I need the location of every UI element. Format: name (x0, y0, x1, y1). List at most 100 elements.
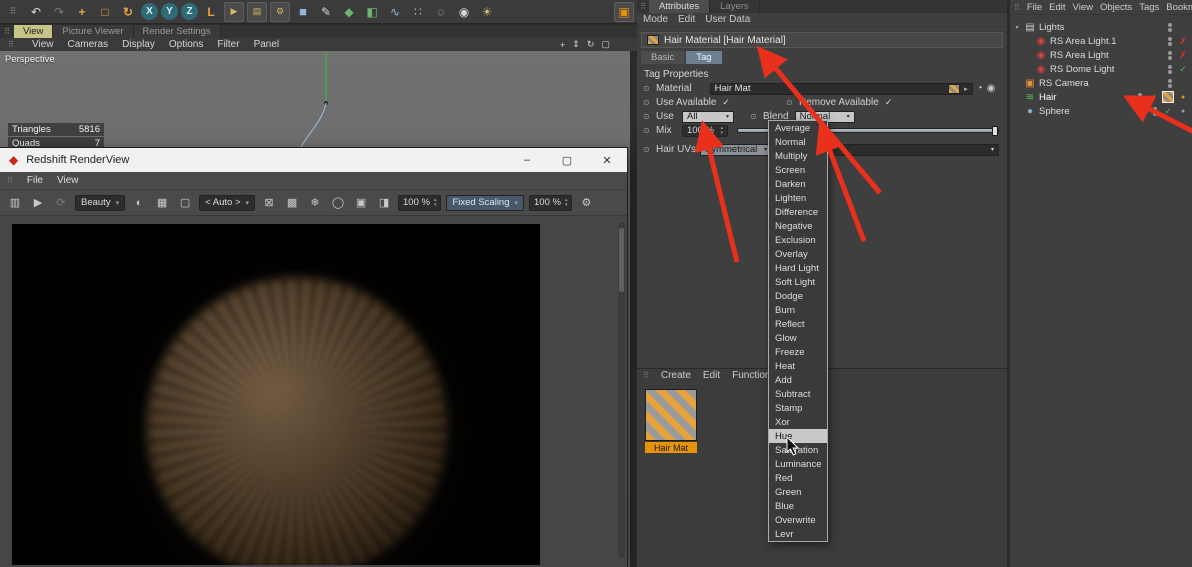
menu-item[interactable]: Cameras (68, 39, 109, 50)
blend-option[interactable]: Red (769, 471, 827, 485)
tree-row-area-light[interactable]: ◉ RS Area Light ✗ (1010, 48, 1192, 62)
blend-option[interactable]: Stamp (769, 401, 827, 415)
menu-item[interactable]: Options (169, 39, 203, 50)
param-circle-icon[interactable]: ⊙ (643, 145, 652, 154)
visibility-dots[interactable] (1168, 50, 1172, 60)
crop-icon[interactable]: ▢ (176, 194, 194, 212)
enabled-check-icon[interactable]: ✓ (1147, 91, 1159, 103)
axis-x-icon[interactable]: X (141, 3, 158, 20)
scaling-dropdown[interactable]: Fixed Scaling ▾ (446, 194, 525, 211)
material-item[interactable]: Hair Mat (645, 389, 697, 453)
enabled-check-icon[interactable]: ✓ (1162, 105, 1174, 117)
tree-row-sphere[interactable]: ● Sphere ✓ ● (1010, 104, 1192, 118)
object-name[interactable]: RS Camera (1039, 78, 1089, 89)
blend-option[interactable]: Average (769, 121, 827, 135)
menu-item[interactable]: Mode (643, 14, 668, 25)
viewport-tab[interactable]: View (14, 25, 54, 38)
tree-row-lights[interactable]: ▾ ▤ Lights (1010, 20, 1192, 34)
zoom-spinner-2[interactable]: 100 % ▴ ▾ (529, 194, 573, 211)
menu-item[interactable]: Edit (703, 370, 720, 381)
checker-icon[interactable]: ▩ (283, 194, 301, 212)
pan-view-icon[interactable]: + (560, 40, 565, 50)
menu-item[interactable]: Edit (678, 14, 695, 25)
viewport-tab[interactable]: Render Settings (133, 25, 221, 38)
blend-option[interactable]: Saturation (769, 443, 827, 457)
maximize-icon[interactable]: ▢ (547, 148, 587, 172)
blend-option[interactable]: Luminance (769, 457, 827, 471)
render-settings-icon[interactable]: ⚙ (270, 1, 290, 22)
param-circle-icon[interactable]: ⊙ (643, 84, 652, 93)
undo-icon[interactable]: ↶ (26, 2, 46, 22)
blend-option[interactable]: Multiply (769, 149, 827, 163)
object-name[interactable]: Sphere (1039, 106, 1070, 117)
grid-icon[interactable]: ▦ (153, 194, 171, 212)
blend-option[interactable]: Freeze (769, 345, 827, 359)
capture-icon[interactable]: ◉ (454, 2, 474, 22)
blend-option[interactable]: Exclusion (769, 233, 827, 247)
blend-option[interactable]: Levr (769, 527, 827, 541)
blend-option[interactable]: Subtract (769, 387, 827, 401)
menu-item[interactable]: Create (661, 370, 691, 381)
tree-row-camera[interactable]: ▣ RS Camera (1010, 76, 1192, 90)
spinner-arrows-icon[interactable]: ▴ ▾ (434, 197, 437, 208)
menu-item[interactable]: Objects (1100, 2, 1132, 13)
zoom-view-icon[interactable]: ⇕ (572, 39, 580, 50)
render-pass-dropdown[interactable]: Beauty ▾ (75, 194, 126, 211)
menu-item[interactable]: User Data (705, 14, 750, 25)
snapshot-icon[interactable]: ❄ (306, 194, 324, 212)
menu-item[interactable]: File (1027, 2, 1042, 13)
node-editor-icon[interactable]: ◉ (987, 83, 996, 94)
visibility-dots[interactable] (1168, 22, 1172, 32)
blend-option[interactable]: Overwrite (769, 513, 827, 527)
tree-row-dome-light[interactable]: ◉ RS Dome Light ✓ (1010, 62, 1192, 76)
attribute-subtab[interactable]: Basic (641, 51, 685, 64)
panel-handle-icon[interactable]: ⠿ (7, 176, 13, 185)
panel-handle-icon[interactable]: ⠿ (3, 2, 23, 22)
panel-tab[interactable]: Attributes (649, 0, 711, 13)
blend-option[interactable]: Darken (769, 177, 827, 191)
blend-option[interactable]: Negative (769, 219, 827, 233)
menu-item[interactable]: View (32, 39, 54, 50)
render-view-icon[interactable]: ▶ (224, 1, 244, 22)
redo-icon[interactable]: ↷ (49, 2, 69, 22)
menu-item[interactable]: Function (732, 370, 770, 381)
object-name[interactable]: Lights (1039, 22, 1064, 33)
window-titlebar[interactable]: ◆ Redshift RenderView – ▢ ✕ (0, 148, 627, 172)
close-icon[interactable]: ✕ (587, 148, 627, 172)
disabled-x-icon[interactable]: ✗ (1177, 50, 1189, 61)
rotate-view-icon[interactable]: ↻ (587, 39, 595, 50)
menu-item[interactable]: Tags (1139, 2, 1159, 13)
lock-icon[interactable]: ⊠ (260, 194, 278, 212)
zoom-spinner[interactable]: 100 % ▴ ▾ (398, 194, 442, 211)
tag-dot-icon[interactable]: ● (1177, 108, 1189, 115)
play-icon[interactable]: ▶ (29, 194, 47, 212)
panel-handle-icon[interactable]: ⠿ (0, 25, 14, 38)
spinner-arrows-icon[interactable]: ▴ ▾ (565, 197, 568, 208)
panel-tab[interactable]: Layers (710, 0, 760, 13)
blend-option[interactable]: Heat (769, 359, 827, 373)
compare-b-icon[interactable]: ◨ (375, 194, 393, 212)
menu-item[interactable]: Display (122, 39, 155, 50)
slider-knob[interactable] (992, 126, 998, 136)
blend-option[interactable]: Soft Light (769, 275, 827, 289)
rotate-tool-icon[interactable]: ↻ (118, 2, 138, 22)
blend-option[interactable]: Lighten (769, 191, 827, 205)
tree-row-area-light-1[interactable]: ◉ RS Area Light.1 ✗ (1010, 34, 1192, 48)
add-cube-icon[interactable]: ■ (293, 2, 313, 22)
hair-uvs-dropdown[interactable]: Symmetrical ▾ (700, 143, 772, 156)
object-name[interactable]: RS Area Light (1050, 50, 1109, 61)
blend-option[interactable]: Green (769, 485, 827, 499)
axis-z-icon[interactable]: Z (181, 3, 198, 20)
panel-handle-icon[interactable]: ⠿ (637, 0, 649, 13)
blend-option[interactable]: Reflect (769, 317, 827, 331)
tree-row-hair[interactable]: ≋ Hair ✓ ● (1010, 90, 1192, 104)
canvas-scrollbar[interactable] (618, 222, 625, 558)
region-icon[interactable]: ◯ (329, 194, 347, 212)
remove-available-check-icon[interactable]: ✓ (885, 97, 893, 108)
expand-arrow-icon[interactable]: ▾ (1013, 24, 1021, 31)
blend-option[interactable]: Difference (769, 205, 827, 219)
material-layout-icon[interactable]: ▣ (614, 1, 634, 22)
enabled-check-icon[interactable]: ✓ (1177, 64, 1189, 75)
blend-option[interactable]: Hue (769, 429, 827, 443)
menu-item[interactable]: Panel (254, 39, 280, 50)
